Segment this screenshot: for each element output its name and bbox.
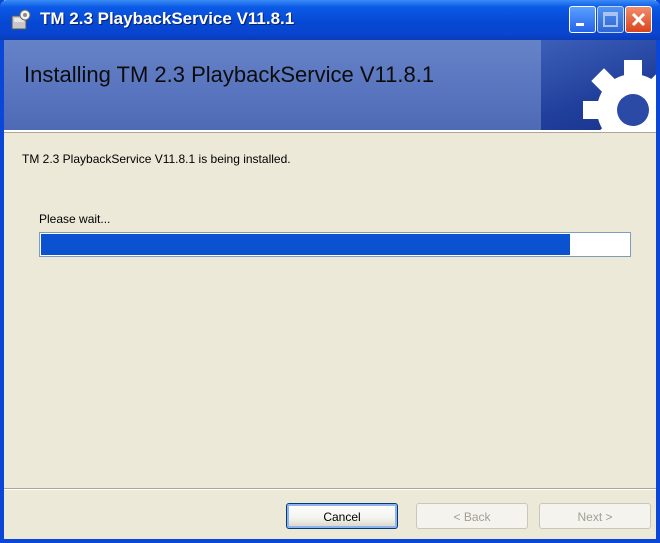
window-title: TM 2.3 PlaybackService V11.8.1 <box>40 9 295 28</box>
installer-app-icon <box>10 9 32 31</box>
banner-divider <box>4 130 656 133</box>
progress-bar <box>39 232 631 257</box>
maximize-icon <box>603 12 618 27</box>
title-bar[interactable]: TM 2.3 PlaybackService V11.8.1 <box>0 0 660 40</box>
installer-window: TM 2.3 PlaybackService V11.8.1 Installin… <box>0 0 660 543</box>
banner-art <box>541 40 656 130</box>
gear-icon <box>583 60 656 130</box>
minimize-button[interactable] <box>569 6 596 33</box>
next-button[interactable]: Next > <box>539 503 651 529</box>
footer-divider <box>4 488 656 490</box>
back-button[interactable]: < Back <box>416 503 528 529</box>
header-banner: Installing TM 2.3 PlaybackService V11.8.… <box>4 40 656 130</box>
cancel-button[interactable]: Cancel <box>286 503 398 529</box>
banner-heading: Installing TM 2.3 PlaybackService V11.8.… <box>24 62 435 87</box>
progress-fill <box>41 234 570 255</box>
progress-label: Please wait... <box>39 212 111 226</box>
maximize-button <box>597 6 624 33</box>
install-status-text: TM 2.3 PlaybackService V11.8.1 is being … <box>22 152 291 166</box>
minimize-icon <box>576 23 584 26</box>
close-button[interactable] <box>625 6 652 33</box>
close-icon <box>631 12 646 27</box>
